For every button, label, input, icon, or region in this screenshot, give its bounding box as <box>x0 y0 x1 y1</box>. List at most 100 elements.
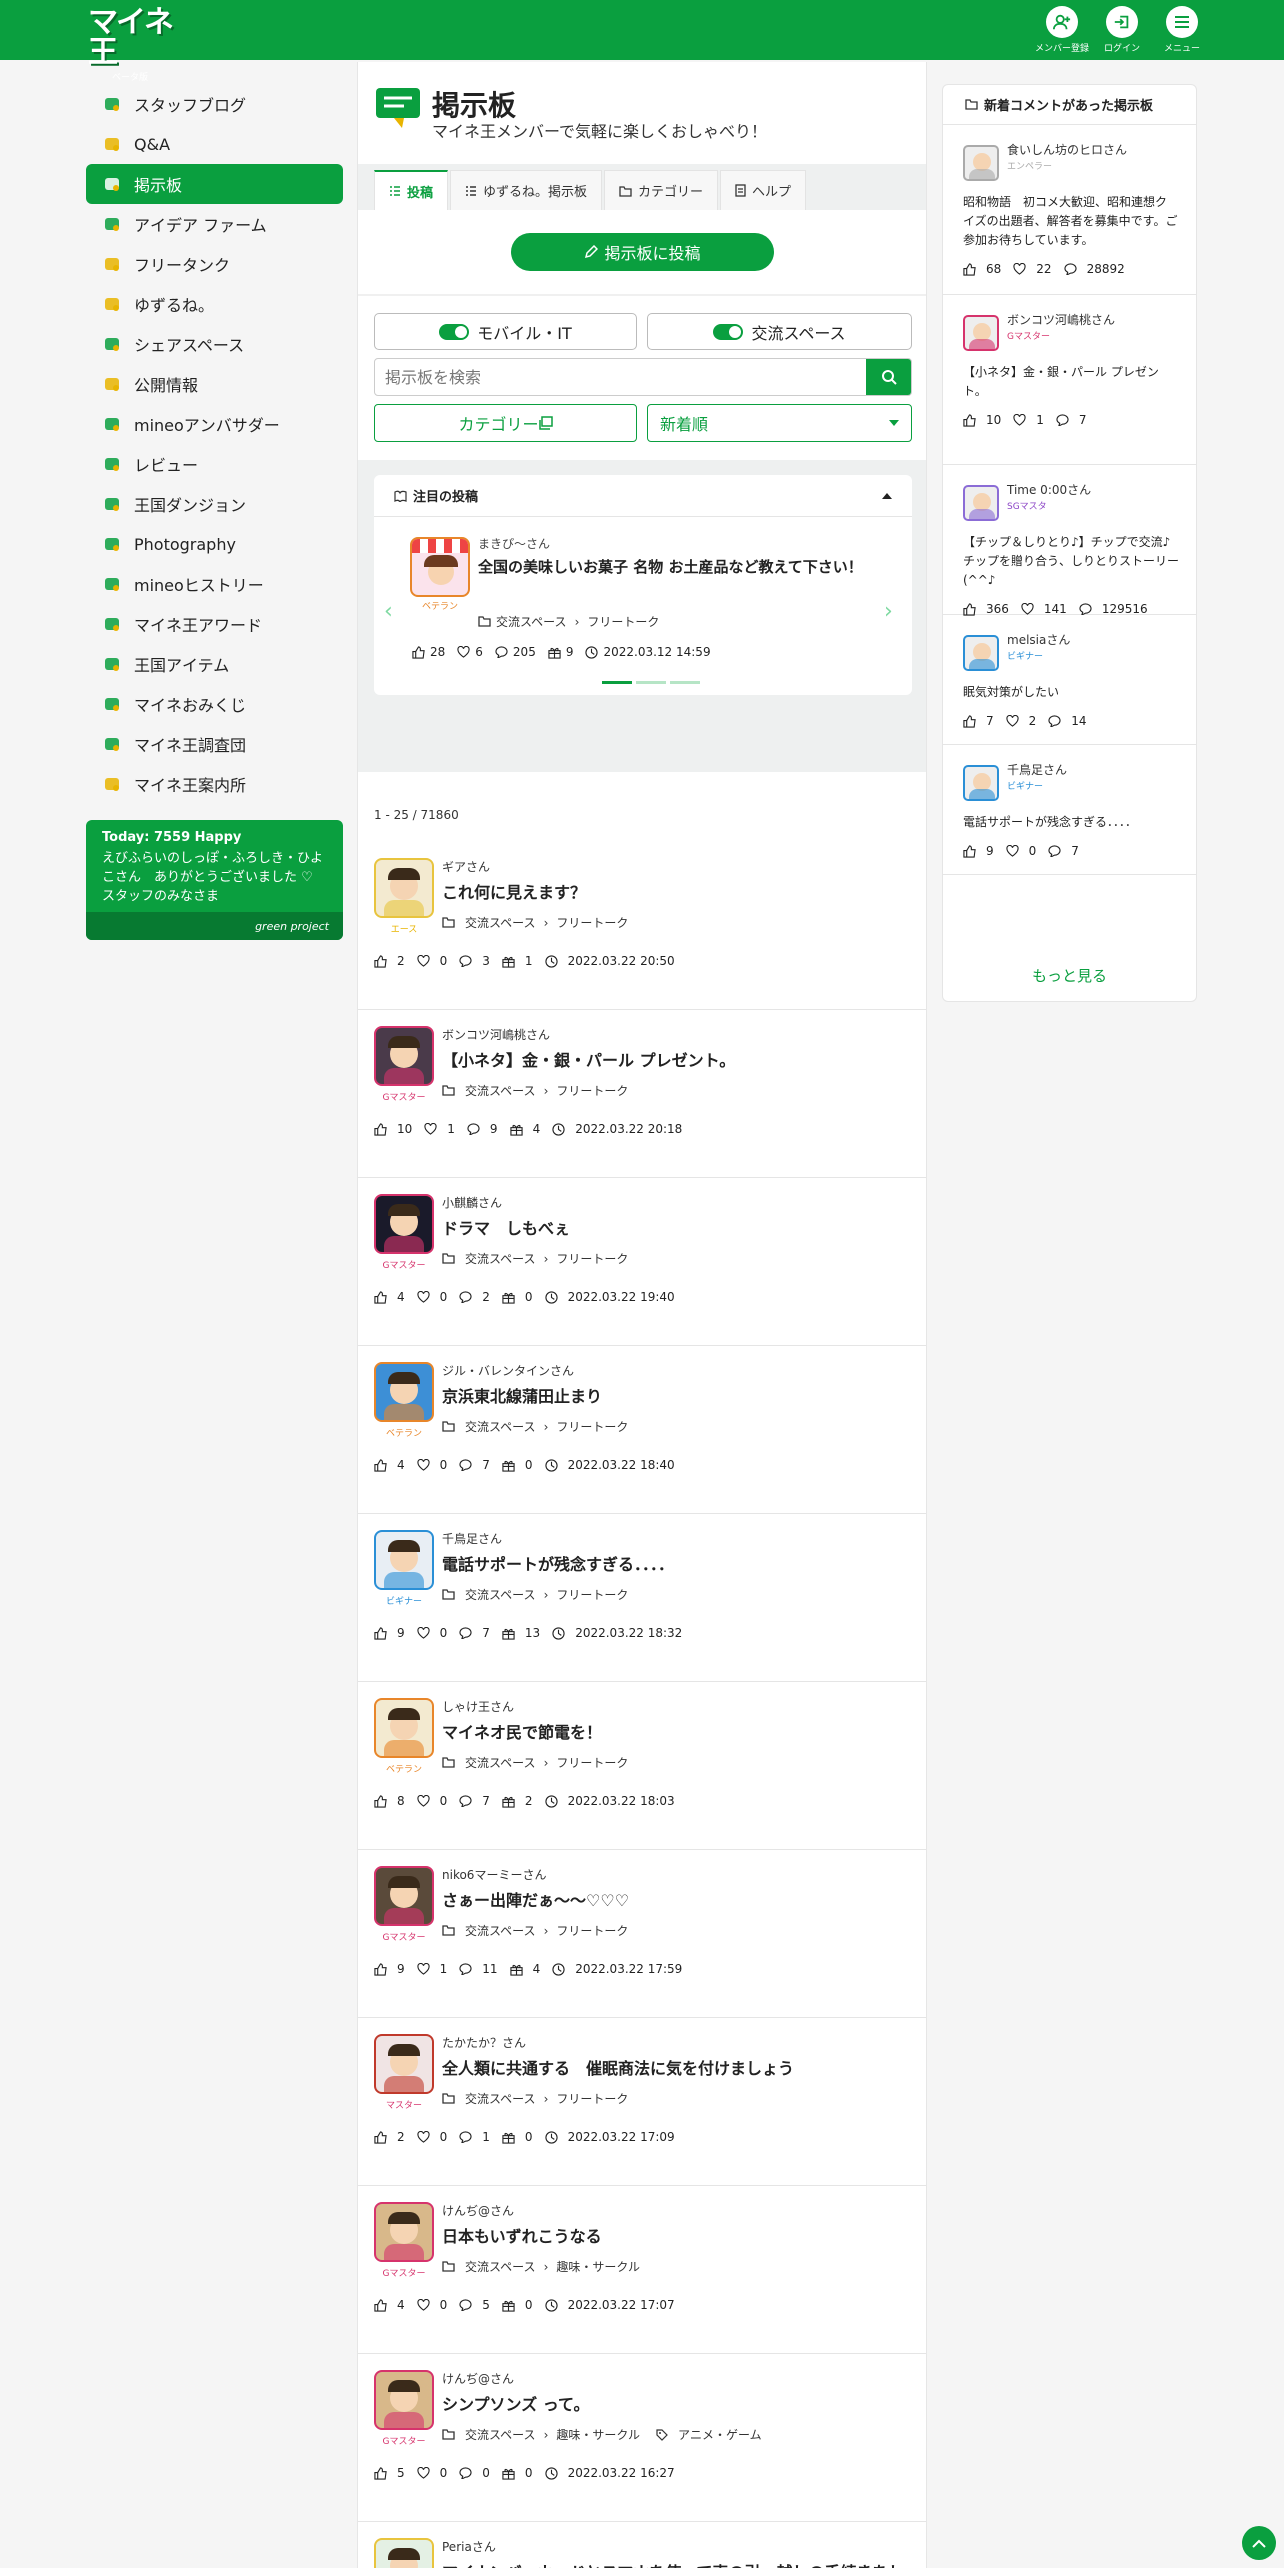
featured-category[interactable]: 交流スペース <box>496 613 567 630</box>
post-subcategory[interactable]: フリートーク <box>556 1250 628 1267</box>
sidebar-item[interactable]: マイネおみくじ <box>86 684 343 724</box>
post-title[interactable]: 京浜東北線蒲田止まり <box>442 1384 912 1410</box>
sidebar-item[interactable]: アイデア ファーム <box>86 204 343 244</box>
user-avatar[interactable] <box>374 1362 434 1422</box>
comment-board-title[interactable]: 【チップ＆しりとり♪】チップで交流♪チップを贈り合う、しりとりストーリー(^^♪ <box>963 533 1179 590</box>
toggle-switch[interactable] <box>439 323 470 340</box>
carousel-dot[interactable] <box>602 681 632 684</box>
featured-subcategory[interactable]: フリートーク <box>587 613 659 630</box>
post-category[interactable]: 交流スペース <box>465 1922 536 1939</box>
user-avatar[interactable] <box>963 315 999 351</box>
site-logo[interactable]: マイネ王 ベータ版 <box>88 8 174 84</box>
post-item[interactable]: Gマスター けんぢ@さん シンプソンズ って。 交流スペース › 趣味・サークル アニメ・ゲ… <box>358 2354 926 2522</box>
sort-select[interactable]: 新着順 <box>647 404 912 442</box>
category-button[interactable]: カテゴリー <box>374 404 637 442</box>
user-avatar[interactable] <box>374 2538 434 2568</box>
user-avatar[interactable] <box>374 1026 434 1086</box>
post-subcategory[interactable]: フリートーク <box>556 1586 628 1603</box>
comment-board-title[interactable]: 眠気対策がしたい <box>963 683 1179 702</box>
post-item[interactable]: ベテラン しゃけ王さん マイネオ民で節電を！ 交流スペース › フリートーク 8 0 7 2 202… <box>358 1682 926 1850</box>
tab-category[interactable]: カテゴリー <box>604 170 719 210</box>
comment-author[interactable]: 千鳥足さん <box>1007 761 1067 778</box>
post-subcategory[interactable]: フリートーク <box>556 1922 628 1939</box>
user-avatar[interactable] <box>374 2202 434 2262</box>
post-subcategory[interactable]: フリートーク <box>556 914 628 931</box>
sidebar-item[interactable]: マイネ王案内所 <box>86 764 343 804</box>
post-item[interactable]: Gマスター 小麒麟さん ドラマ しもべぇ 交流スペース › フリートーク 4 0 2 0 2022.… <box>358 1178 926 1346</box>
filter-exchange-toggle[interactable]: 交流スペース <box>647 313 912 350</box>
search-button[interactable] <box>866 359 911 395</box>
caret-up-icon[interactable] <box>882 492 892 499</box>
post-title[interactable]: 電話サポートが残念すぎる．．．． <box>442 1552 912 1578</box>
post-tag[interactable]: アニメ・ゲーム <box>678 2426 762 2443</box>
post-author[interactable]: Periaさん <box>442 2538 496 2555</box>
post-category[interactable]: 交流スペース <box>465 2258 536 2275</box>
sidebar-item[interactable]: シェアスペース <box>86 324 343 364</box>
register-button[interactable]: メンバー登録 <box>1032 6 1092 54</box>
post-author[interactable]: けんぢ@さん <box>442 2370 514 2387</box>
post-item[interactable]: エース ギアさん これ何に見えます？ 交流スペース › フリートーク 2 0 3 1 2022.03… <box>358 842 926 1010</box>
sidebar-item[interactable]: スタッフブログ <box>86 84 343 124</box>
login-button[interactable]: ログイン <box>1092 6 1152 54</box>
featured-card[interactable]: 注目の投稿 ‹ › ベテラン まきぴ～さん 全国の美味しいお菓子 名物 お土産品… <box>374 475 912 695</box>
back-to-top-button[interactable] <box>1242 2526 1276 2560</box>
featured-title[interactable]: 全国の美味しいお菓子 名物 お土産品など教えて下さい！ <box>478 555 878 579</box>
sidebar-item[interactable]: Q&A <box>86 124 343 164</box>
post-subcategory[interactable]: フリートーク <box>556 1754 628 1771</box>
post-subcategory[interactable]: フリートーク <box>556 1082 628 1099</box>
post-author[interactable]: けんぢ@さん <box>442 2202 514 2219</box>
recent-comment-item[interactable]: Time 0:00さん SGマスタ 【チップ＆しりとり♪】チップで交流♪チップを贈り… <box>943 465 1196 616</box>
comment-board-title[interactable]: 電話サポートが残念すぎる．．．． <box>963 813 1179 832</box>
recent-comment-item[interactable]: 食いしん坊のヒロさん エンペラー 昭和物語 初コメ大歓迎、昭和連想クイズの出題者、解… <box>943 125 1196 295</box>
sidebar-item[interactable]: mineoアンバサダー <box>86 404 343 444</box>
post-title[interactable]: マイネオ民で節電を！ <box>442 1720 912 1746</box>
post-title[interactable]: マイナンバーカードとスマホを使って車の引っ越しの手続きをしてみた <box>442 2560 912 2568</box>
menu-button[interactable]: メニュー <box>1152 6 1212 54</box>
sidebar-item[interactable]: mineoヒストリー <box>86 564 343 604</box>
post-author[interactable]: しゃけ王さん <box>442 1698 514 1715</box>
post-author[interactable]: 千鳥足さん <box>442 1530 502 1547</box>
user-avatar[interactable] <box>374 2034 434 2094</box>
featured-header[interactable]: 注目の投稿 <box>374 475 912 517</box>
carousel-prev-icon[interactable]: ‹ <box>384 599 393 624</box>
user-avatar[interactable] <box>374 1866 434 1926</box>
sidebar-item[interactable]: レビュー <box>86 444 343 484</box>
user-avatar[interactable] <box>963 145 999 181</box>
recent-comment-item[interactable]: melsiaさん ビギナー 眠気対策がしたい 7 2 14 <box>943 615 1196 745</box>
tab-posts[interactable]: 投稿 <box>374 170 449 210</box>
post-item[interactable]: Gマスター ボンコツ河嶋桃さん 【小ネタ】金・銀・パール プレゼント。 交流スペース ›… <box>358 1010 926 1178</box>
comment-author[interactable]: 食いしん坊のヒロさん <box>1007 141 1127 158</box>
post-category[interactable]: 交流スペース <box>465 2090 536 2107</box>
post-subcategory[interactable]: フリートーク <box>556 1418 628 1435</box>
post-category[interactable]: 交流スペース <box>465 2426 536 2443</box>
user-avatar[interactable] <box>374 2370 434 2430</box>
post-title[interactable]: 日本もいずれこうなる <box>442 2224 912 2250</box>
toggle-switch[interactable] <box>713 323 744 340</box>
user-avatar[interactable] <box>374 1530 434 1590</box>
post-title[interactable]: さぁー出陣だぁ〜〜♡♡♡ <box>442 1888 912 1914</box>
post-subcategory[interactable]: フリートーク <box>556 2090 628 2107</box>
post-item[interactable]: Gマスター niko6マーミーさん さぁー出陣だぁ〜〜♡♡♡ 交流スペース › フリートー… <box>358 1850 926 2018</box>
comment-author[interactable]: melsiaさん <box>1007 631 1070 648</box>
recent-comment-item[interactable]: 千鳥足さん ビギナー 電話サポートが残念すぎる．．．． 9 0 7 <box>943 745 1196 875</box>
comment-board-title[interactable]: 昭和物語 初コメ大歓迎、昭和連想クイズの出題者、解答者を募集中です。ご参加お待ち… <box>963 193 1179 250</box>
carousel-next-icon[interactable]: › <box>884 599 893 624</box>
tab-yuzurune[interactable]: ゆずるね。掲示板 <box>450 170 603 210</box>
post-title[interactable]: 【小ネタ】金・銀・パール プレゼント。 <box>442 1048 912 1074</box>
sidebar-item[interactable]: Photography <box>86 524 343 564</box>
post-title[interactable]: ドラマ しもべぇ <box>442 1216 912 1242</box>
user-avatar[interactable] <box>374 1194 434 1254</box>
post-category[interactable]: 交流スペース <box>465 1754 536 1771</box>
post-item[interactable]: エースPeriaさんマイナンバーカードとスマホを使って車の引っ越しの手続きをして… <box>358 2522 926 2568</box>
post-author[interactable]: 小麒麟さん <box>442 1194 502 1211</box>
post-author[interactable]: ボンコツ河嶋桃さん <box>442 1026 550 1043</box>
sidebar-item[interactable]: 公開情報 <box>86 364 343 404</box>
user-avatar[interactable] <box>374 858 434 918</box>
sidebar-item[interactable]: マイネ王アワード <box>86 604 343 644</box>
post-item[interactable]: ベテラン ジル・バレンタインさん 京浜東北線蒲田止まり 交流スペース › フリートーク 4 0… <box>358 1346 926 1514</box>
user-avatar[interactable] <box>374 1698 434 1758</box>
comment-author[interactable]: ボンコツ河嶋桃さん <box>1007 311 1115 328</box>
happy-box[interactable]: Today: 7559 Happy えびふらいのしっぽ・ふろしき・ひよこさん あ… <box>86 820 343 940</box>
featured-avatar[interactable]: ベテラン <box>410 537 470 612</box>
carousel-dot[interactable] <box>670 681 700 684</box>
